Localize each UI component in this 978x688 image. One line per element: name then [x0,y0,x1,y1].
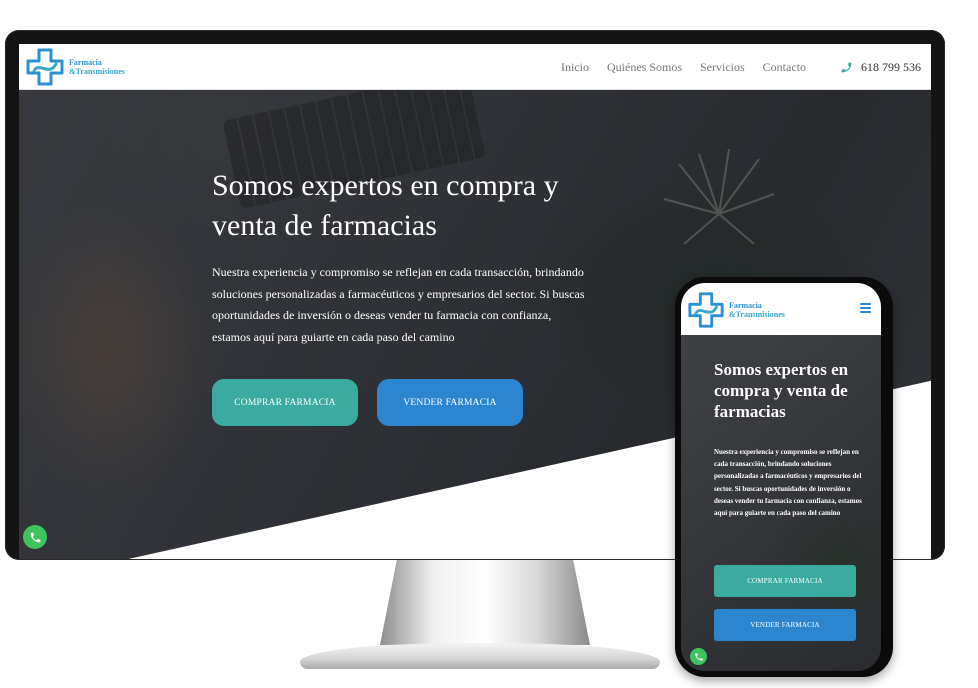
pharmacy-cross-logo-icon [688,292,724,328]
mobile-brand-name-line2: &Transmisiones [729,310,785,319]
whatsapp-icon [694,652,703,661]
pharmacy-cross-logo-icon [26,48,64,86]
brand-name: Farmacia &Transmisiones [69,58,125,76]
desktop-nav-links: Inicio Quiénes Somos Servicios Contacto [561,44,806,90]
sell-pharmacy-button[interactable]: VENDER FARMACIA [377,379,523,426]
monitor-stand-base [300,643,660,669]
brand-name-line2: &Transmisiones [69,67,125,76]
mobile-brand-logo[interactable]: Farmacia &Transmisiones [687,291,785,329]
buy-pharmacy-button[interactable]: COMPRAR FARMACIA [212,379,358,426]
nav-phone-contact[interactable]: 618 799 536 [840,44,921,90]
mobile-hero-description: Nuestra experiencia y compromiso se refl… [714,448,862,518]
mobile-brand-name: Farmacia &Transmisiones [729,301,785,319]
brand-logo[interactable]: Farmacia &Transmisiones [25,47,125,87]
nav-link-quienes-somos[interactable]: Quiénes Somos [607,60,682,75]
hero-title: Somos expertos en compra y venta de farm… [212,169,559,242]
mobile-brand-name-line1: Farmacia [729,301,762,310]
brand-name-line1: Farmacia [69,58,102,67]
whatsapp-icon [30,532,40,542]
hero-description: Nuestra experiencia y compromiso se refl… [212,265,585,344]
whatsapp-button[interactable] [23,525,47,549]
hamburger-menu-icon[interactable] [860,303,871,313]
nav-link-contacto[interactable]: Contacto [763,60,806,75]
mobile-sell-pharmacy-button[interactable]: VENDER FARMACIA [714,609,856,641]
monitor-stand-neck [380,560,590,645]
device-mockup-scene: Farmacia &Transmisiones Inicio Quiénes S… [0,0,978,688]
mobile-hero-title: Somos expertos en compra y venta de farm… [714,360,849,421]
mobile-phone: Farmacia &Transmisiones Somos expertos e… [675,277,893,677]
mobile-buy-pharmacy-button[interactable]: COMPRAR FARMACIA [714,565,856,597]
phone-icon [841,62,852,72]
mobile-whatsapp-button[interactable] [690,648,707,665]
nav-link-inicio[interactable]: Inicio [561,60,589,75]
mobile-navbar: Farmacia &Transmisiones [681,283,881,335]
nav-link-servicios[interactable]: Servicios [700,60,745,75]
mobile-screen: Farmacia &Transmisiones Somos expertos e… [681,283,881,671]
phone-number: 618 799 536 [861,59,921,74]
desktop-navbar: Farmacia &Transmisiones Inicio Quiénes S… [19,44,931,90]
